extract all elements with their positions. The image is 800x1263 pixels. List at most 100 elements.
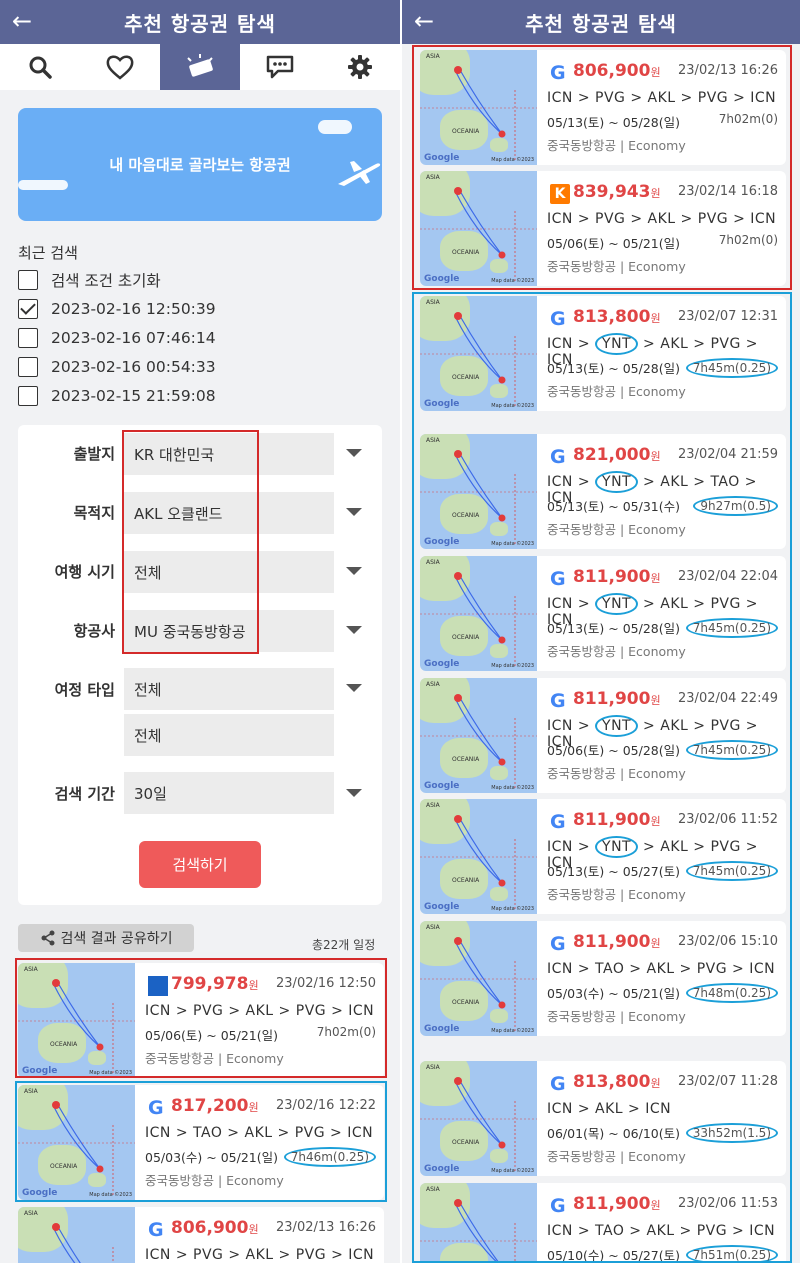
google-logo: Google — [424, 274, 460, 284]
promo-banner[interactable]: 내 마음대로 골라보는 항공권 — [18, 108, 382, 221]
checkbox[interactable] — [18, 328, 38, 348]
flight-card[interactable]: ASIA OCEANIA Google Map data ©2023 G 817,200원… — [18, 1085, 384, 1200]
share-results-button[interactable]: 검색 결과 공유하기 — [18, 924, 194, 952]
destination-select[interactable]: AKL 오클랜드 — [124, 492, 334, 534]
route-line — [420, 937, 537, 1031]
route-path: ICN > TAO > AKL > PVG > ICN — [547, 961, 776, 977]
flight-card[interactable]: ASIAOCEANIAGoogleMap data ©2023G811,900원… — [420, 556, 786, 671]
flight-info: K 839,943원 23/02/14 16:18 ICN > PVG > AKL >… — [547, 171, 778, 286]
checkbox[interactable] — [18, 357, 38, 377]
route-map[interactable]: ASIAOCEANIAGoogleMap data ©2023 — [18, 963, 135, 1078]
airport-code: PVG — [697, 211, 729, 227]
origin-label: 출발지 — [73, 445, 115, 463]
origin-select[interactable]: KR 대한민국 — [124, 433, 334, 475]
airport-code: PVG — [710, 596, 741, 612]
airport-code: AKL — [244, 1125, 273, 1141]
search-button[interactable]: 검색하기 — [139, 841, 261, 888]
recent-search-item[interactable]: 2023-02-15 21:59:08 — [18, 384, 216, 408]
flight-card[interactable]: ASIA OCEANIA Google Map data ©2023 G 813,800원… — [420, 1061, 786, 1176]
tab-search[interactable] — [0, 44, 80, 90]
airport-code: ICN — [749, 961, 776, 977]
price: 806,900원 — [573, 61, 661, 81]
back-arrow-icon[interactable]: ← — [414, 7, 434, 35]
chevron-down-icon[interactable] — [346, 567, 362, 575]
map-attribution: Map data ©2023 — [491, 403, 534, 409]
search-date: 23/02/04 21:59 — [678, 447, 778, 462]
airport-code: ICN — [145, 1247, 171, 1263]
route-line — [420, 1077, 537, 1171]
price: 811,900원 — [573, 567, 661, 587]
kayak-logo-icon: K — [550, 184, 570, 204]
option-label: 2023-02-16 07:46:14 — [51, 329, 216, 347]
airline-label: 항공사 — [73, 622, 115, 640]
chat-bubble-icon — [266, 55, 294, 79]
tab-favorites[interactable] — [80, 44, 160, 90]
travel-period: 05/13(토) ~ 05/31(수) — [547, 499, 680, 514]
route-map[interactable]: ASIAOCEANIAGoogleMap data ©2023 — [420, 171, 537, 286]
route-map[interactable]: ASIAOCEANIAGoogleMap data ©2023 — [420, 1183, 537, 1263]
tab-chat[interactable] — [240, 44, 320, 90]
recent-search-item[interactable]: 2023-02-16 00:54:33 — [18, 355, 216, 379]
recent-search-item[interactable]: 2023-02-16 12:50:39 — [18, 297, 216, 321]
tab-tickets[interactable] — [160, 44, 240, 90]
recent-search-item[interactable]: 2023-02-16 07:46:14 — [18, 326, 216, 350]
flight-card[interactable]: ASIAOCEANIAGoogleMap data ©2023G811,900원… — [420, 799, 786, 914]
search-period-select[interactable]: 30일 — [124, 772, 334, 814]
flight-card[interactable]: ASIAOCEANIAGoogleMap data ©2023G806,900원… — [420, 50, 786, 165]
search-date: 23/02/06 11:52 — [678, 812, 778, 827]
route-line — [420, 572, 537, 666]
chevron-down-icon[interactable] — [346, 449, 362, 457]
chevron-down-icon[interactable] — [346, 684, 362, 692]
flight-info: G 813,800원 23/02/07 12:31 ICN > YNT > AKL >… — [547, 296, 778, 411]
trip-type-subselect[interactable]: 전체 — [124, 714, 334, 756]
back-arrow-icon[interactable]: ← — [12, 7, 32, 35]
route-map[interactable]: ASIAOCEANIAGoogleMap data ©2023 — [18, 1207, 135, 1263]
trip-type-select[interactable]: 전체 — [124, 668, 334, 710]
flight-card[interactable]: ASIA OCEANIA Google Map data ©2023 G 821,000원… — [420, 434, 786, 549]
reset-filter-option[interactable]: 검색 조건 초기화 — [18, 268, 161, 292]
travel-time-select[interactable]: 전체 — [124, 551, 334, 593]
airline-select[interactable]: MU 중국동방항공 — [124, 610, 334, 652]
route-map[interactable]: ASIAOCEANIAGoogleMap data ©2023 — [420, 678, 537, 793]
airline-class: 중국동방항공 | Economy — [547, 522, 686, 537]
route-map[interactable]: ASIAOCEANIAGoogleMap data ©2023 — [420, 434, 537, 549]
flight-info: G 806,900원 23/02/13 16:26 ICN > PVG > AKL >… — [547, 50, 778, 165]
banner-text: 내 마음대로 골라보는 항공권 — [109, 156, 291, 174]
flight-duration: 9h27m(0.5) — [693, 496, 778, 516]
flight-card[interactable]: ASIAOCEANIAGoogleMap data ©2023G806,900원… — [18, 1207, 384, 1263]
airport-code: ICN — [547, 336, 573, 352]
airport-code: ICN — [145, 1003, 171, 1019]
route-map[interactable]: ASIAOCEANIAGoogleMap data ©2023 — [420, 296, 537, 411]
flight-card[interactable]: ASIAOCEANIAGoogleMap data ©2023G811,900원… — [420, 678, 786, 793]
flight-card[interactable]: ASIAOCEANIAGoogleMap data ©2023G811,900원… — [420, 1183, 786, 1263]
route-map[interactable]: ASIAOCEANIAGoogleMap data ©2023 — [420, 921, 537, 1036]
airport-code: PVG — [697, 90, 729, 106]
route-map[interactable]: ASIAOCEANIAGoogleMap data ©2023 — [420, 50, 537, 165]
checkbox[interactable] — [18, 270, 38, 290]
search-date: 23/02/07 11:28 — [678, 1074, 778, 1089]
route-map[interactable]: ASIAOCEANIAGoogleMap data ©2023 — [18, 1085, 135, 1200]
flight-card[interactable]: ASIAOCEANIAGoogleMap data ©2023G811,900원… — [420, 921, 786, 1036]
airport-code: TAO — [193, 1125, 223, 1141]
travel-period: 05/03(수) ~ 05/21(일) — [145, 1150, 278, 1165]
airport-code: PVG — [595, 211, 626, 227]
route-map[interactable]: ASIAOCEANIAGoogleMap data ©2023 — [420, 1061, 537, 1176]
checkbox[interactable] — [18, 386, 38, 406]
route-map[interactable]: ASIAOCEANIAGoogleMap data ©2023 — [420, 799, 537, 914]
chevron-down-icon[interactable] — [346, 626, 362, 634]
flight-card[interactable]: ASIA OCEANIA Google Map data ©2023 799,978원 2… — [18, 963, 384, 1078]
flight-card[interactable]: ASIA OCEANIA Google Map data ©2023 G 813,800원… — [420, 296, 786, 411]
route-line — [18, 979, 135, 1073]
flight-info: G 821,000원 23/02/04 21:59 ICN > YNT > AKL >… — [547, 434, 778, 549]
route-line — [420, 312, 537, 406]
checkbox-checked[interactable] — [18, 299, 38, 319]
flight-card[interactable]: ASIA OCEANIA Google Map data ©2023 K 839,943원… — [420, 171, 786, 286]
tab-settings[interactable] — [320, 44, 400, 90]
price: 806,900원 — [171, 1218, 259, 1238]
chevron-down-icon[interactable] — [346, 508, 362, 516]
chevron-down-icon[interactable] — [346, 789, 362, 797]
airport-code: ICN — [547, 1223, 573, 1239]
airline-class: 중국동방항공 | Economy — [547, 138, 686, 153]
google-logo-icon: G — [550, 1195, 566, 1217]
route-map[interactable]: ASIAOCEANIAGoogleMap data ©2023 — [420, 556, 537, 671]
